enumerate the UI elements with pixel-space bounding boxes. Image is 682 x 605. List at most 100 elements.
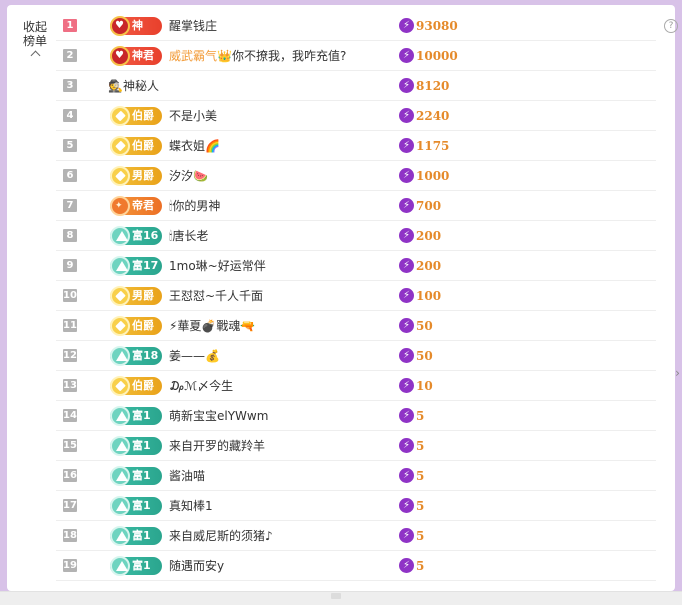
- user-name[interactable]: 醒掌钱庄: [169, 11, 217, 41]
- chevron-right-icon[interactable]: ›: [673, 364, 682, 382]
- ranking-row[interactable]: 5 伯爵 蝶衣姐🌈 ⚡ 1175: [56, 131, 656, 161]
- user-name[interactable]: ⚡華夏💣戰魂🔫: [169, 311, 255, 341]
- lightning-coin-icon: ⚡: [399, 528, 414, 543]
- contribution-score: ⚡ 2240: [399, 101, 449, 131]
- badge-emblem-icon: [110, 376, 130, 396]
- user-name[interactable]: 🕯唐长老: [169, 221, 208, 251]
- ranking-row[interactable]: 16 富1 酱油喵 ⚡ 5: [56, 461, 656, 491]
- user-name-text: 来自威尼斯的须猪♪: [169, 529, 273, 543]
- ranking-row[interactable]: 14 富1 萌新宝宝elYWwm ⚡ 5: [56, 401, 656, 431]
- user-name[interactable]: 🕵神秘人: [108, 71, 159, 101]
- user-name[interactable]: 萌新宝宝elYWwm: [169, 401, 268, 431]
- user-name[interactable]: ₯ℳ〆今生: [169, 371, 233, 401]
- user-name[interactable]: 不是小美: [169, 101, 217, 131]
- ranking-row[interactable]: 10 男爵 王怼怼~千人千面 ⚡ 100: [56, 281, 656, 311]
- user-name[interactable]: 随遇而安y: [169, 551, 224, 581]
- contribution-score: ⚡ 200: [399, 251, 441, 281]
- score-value: 5: [416, 559, 425, 573]
- badge-emblem-icon: [110, 286, 130, 306]
- badge-label: 神君: [132, 49, 154, 62]
- ranking-row[interactable]: 11 伯爵 ⚡華夏💣戰魂🔫 ⚡ 50: [56, 311, 656, 341]
- ranking-row[interactable]: 7 帝君 🕯你的男神 ⚡700: [56, 191, 656, 221]
- score-value: 1175: [416, 139, 450, 153]
- user-name-text: 来自开罗的藏羚羊: [169, 439, 266, 453]
- user-name[interactable]: 姜——💰: [169, 341, 220, 371]
- ranking-row[interactable]: 19 富1 随遇而安y ⚡ 5: [56, 551, 656, 581]
- contribution-score: ⚡ 50: [399, 311, 433, 341]
- user-name-text: 随遇而安y: [169, 559, 225, 573]
- level-badge: 富1: [110, 496, 162, 516]
- score-value: 700: [416, 199, 442, 213]
- badge-emblem-icon: [110, 196, 130, 216]
- ranking-row[interactable]: 12 富18 姜——💰 ⚡ 50: [56, 341, 656, 371]
- user-name[interactable]: 酱油喵: [169, 461, 205, 491]
- user-name-text: 醒掌钱庄: [169, 19, 218, 33]
- badge-emblem-icon: [110, 256, 130, 276]
- contribution-score: ⚡ 93080: [399, 11, 458, 41]
- score-value: 200: [416, 259, 442, 273]
- resize-grip[interactable]: [331, 593, 341, 599]
- ranking-row[interactable]: 3 🕵神秘人 ⚡ 8120: [56, 71, 656, 101]
- ranking-row[interactable]: 9 富17 1mo琳~好运常伴 ⚡ 200: [56, 251, 656, 281]
- level-badge: 神: [110, 16, 162, 36]
- user-name[interactable]: 来自威尼斯的须猪♪: [169, 521, 273, 551]
- badge-label: 富17: [132, 259, 159, 272]
- lightning-coin-icon: ⚡: [399, 78, 414, 93]
- ranking-row[interactable]: 1 神 醒掌钱庄 ⚡93080: [56, 11, 656, 41]
- badge-label: 富1: [132, 409, 151, 422]
- score-value: 50: [416, 319, 433, 333]
- badge-label: 富1: [132, 559, 151, 572]
- score-value: 5: [416, 499, 425, 513]
- user-name[interactable]: 威武霸气👑你不撩我，我咋充值?: [169, 41, 346, 71]
- score-value: 100: [416, 289, 442, 303]
- lightning-coin-icon: ⚡: [399, 138, 414, 153]
- level-badge: 富18: [110, 346, 162, 366]
- rank-number: 18: [63, 529, 77, 542]
- user-name[interactable]: 王怼怼~千人千面: [169, 281, 263, 311]
- ranking-row[interactable]: 15 富1 来自开罗的藏羚羊 ⚡ 5: [56, 431, 656, 461]
- user-name[interactable]: 蝶衣姐🌈: [169, 131, 220, 161]
- ranking-row[interactable]: 18 富1 来自威尼斯的须猪♪ ⚡ 5: [56, 521, 656, 551]
- contribution-score: ⚡ 8120: [399, 71, 449, 101]
- score-value: 93080: [416, 19, 458, 33]
- level-badge: 富1: [110, 406, 162, 426]
- question-circle-icon[interactable]: ?: [664, 19, 678, 33]
- level-badge: 伯爵: [110, 376, 162, 396]
- ranking-row[interactable]: 13 伯爵 ₯ℳ〆今生 ⚡ 10: [56, 371, 656, 401]
- level-badge: 神君: [110, 46, 162, 66]
- user-name[interactable]: 1mo琳~好运常伴: [169, 251, 266, 281]
- badge-emblem-icon: [110, 496, 130, 516]
- contribution-score: ⚡ 10: [399, 371, 433, 401]
- contribution-score: ⚡ 10000: [399, 41, 458, 71]
- badge-label: 伯爵: [132, 319, 154, 332]
- user-name-text: 姜——💰: [169, 349, 220, 363]
- user-name[interactable]: 真知棒1: [169, 491, 213, 521]
- level-badge: 男爵: [110, 166, 162, 186]
- ranking-row[interactable]: 2 神君 威武霸气👑你不撩我，我咋充值? ⚡10000: [56, 41, 656, 71]
- lightning-coin-icon: ⚡: [399, 258, 414, 273]
- badge-label: 帝君: [132, 199, 154, 212]
- collapse-ranking-button[interactable]: 收起榜单: [23, 20, 48, 61]
- badge-label: 富1: [132, 439, 151, 452]
- user-name[interactable]: 汐汐🍉: [169, 161, 208, 191]
- lightning-coin-icon: ⚡: [399, 498, 414, 513]
- ranking-row[interactable]: 4 伯爵 不是小美 ⚡ 2240: [56, 101, 656, 131]
- score-value: 5: [416, 529, 425, 543]
- rank-number: 10: [63, 289, 77, 302]
- score-value: 2240: [416, 109, 450, 123]
- ranking-row[interactable]: 17 富1 真知棒1 ⚡ 5: [56, 491, 656, 521]
- collapse-label: 收起榜单: [23, 20, 48, 48]
- badge-emblem-icon: [110, 166, 130, 186]
- rank-number: 4: [63, 109, 77, 122]
- score-value: 5: [416, 409, 425, 423]
- chevron-up-icon: [30, 50, 40, 61]
- ranking-row[interactable]: 6 男爵 汐汐🍉 ⚡ 1000: [56, 161, 656, 191]
- score-value: 5: [416, 469, 425, 483]
- user-name-text: 🕵神秘人: [108, 79, 159, 93]
- ranking-row[interactable]: 8 富16 🕯唐长老 ⚡ 200: [56, 221, 656, 251]
- rank-number: 13: [63, 379, 77, 392]
- rank-number: 19: [63, 559, 77, 572]
- score-value: 5: [416, 439, 425, 453]
- user-name[interactable]: 🕯你的男神: [169, 191, 220, 221]
- user-name[interactable]: 来自开罗的藏羚羊: [169, 431, 265, 461]
